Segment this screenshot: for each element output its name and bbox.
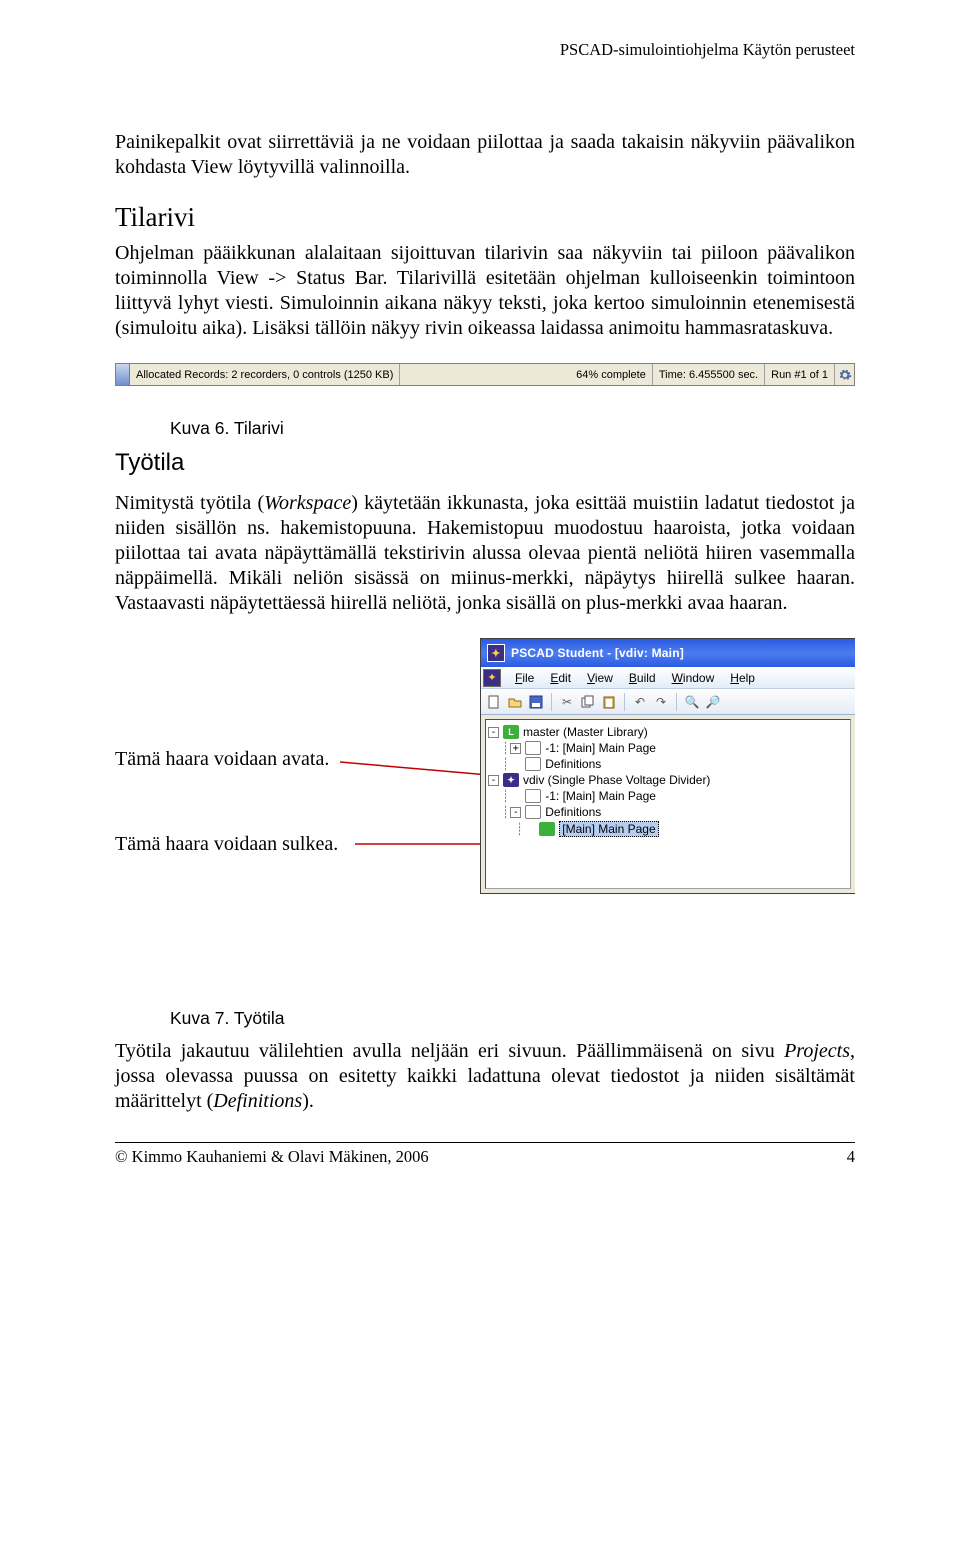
paragraph: Painikepalkit ovat siirrettäviä ja ne vo… [115, 130, 855, 180]
cut-icon[interactable]: ✂ [558, 693, 576, 711]
paragraph: Ohjelman pääikkunan alalaitaan sijoittuv… [115, 241, 855, 341]
open-icon[interactable] [506, 693, 524, 711]
project-tree[interactable]: -Lmaster (Master Library) ┊+-1: [Main] M… [485, 719, 851, 889]
status-records: Allocated Records: 2 recorders, 0 contro… [130, 364, 400, 385]
menubar: ✦ File Edit View Build Window Help [481, 667, 855, 689]
page-number: 4 [847, 1147, 855, 1167]
footer-copyright: © Kimmo Kauhaniemi & Olavi Mäkinen, 2006 [115, 1147, 429, 1167]
paste-icon[interactable] [600, 693, 618, 711]
gear-icon [834, 364, 854, 385]
menu-edit[interactable]: Edit [542, 671, 579, 685]
tree-row: ┊+-1: [Main] Main Page [488, 740, 848, 756]
figure-statusbar: Allocated Records: 2 recorders, 0 contro… [115, 363, 855, 386]
pscad-window: ✦ PSCAD Student - [vdiv: Main] ✦ File Ed… [480, 638, 855, 894]
copy-icon[interactable] [579, 693, 597, 711]
paragraph: Nimitystä työtila (Workspace) käytetään … [115, 491, 855, 616]
page-icon [525, 741, 541, 755]
paragraph: Työtila jakautuu välilehtien avulla nelj… [115, 1039, 855, 1114]
save-icon[interactable] [527, 693, 545, 711]
tree-row: ┊[Main] Main Page [488, 820, 848, 838]
tree-row: ┊-1: [Main] Main Page [488, 788, 848, 804]
collapse-icon[interactable]: - [510, 807, 521, 818]
statusbar-grip [116, 364, 130, 385]
figure-caption: Kuva 7. Työtila [170, 1008, 855, 1029]
window-title: PSCAD Student - [vdiv: Main] [511, 646, 684, 660]
tree-row: -Lmaster (Master Library) [488, 724, 848, 740]
tree-row: ┊-Definitions [488, 804, 848, 820]
figure-caption: Kuva 6. Tilarivi [170, 418, 855, 439]
callout-close-branch: Tämä haara voidaan sulkea. [115, 833, 338, 856]
figure-workspace: Tämä haara voidaan avata. Tämä haara voi… [115, 638, 855, 968]
callout-open-branch: Tämä haara voidaan avata. [115, 748, 329, 771]
redo-icon[interactable]: ↷ [652, 693, 670, 711]
menu-build[interactable]: Build [621, 671, 664, 685]
expand-icon[interactable]: + [510, 743, 521, 754]
menu-file[interactable]: File [507, 671, 542, 685]
status-time: Time: 6.455500 sec. [653, 364, 765, 385]
section-heading: Työtila [115, 449, 855, 477]
page-icon [539, 822, 555, 836]
page-footer: © Kimmo Kauhaniemi & Olavi Mäkinen, 2006… [115, 1142, 855, 1167]
app-icon: ✦ [487, 644, 505, 662]
tree-row: -✦vdiv (Single Phase Voltage Divider) [488, 772, 848, 788]
menu-help[interactable]: Help [722, 671, 763, 685]
undo-icon[interactable]: ↶ [631, 693, 649, 711]
zoom-out-icon[interactable]: 🔎 [704, 693, 722, 711]
page-icon [525, 757, 541, 771]
zoom-in-icon[interactable]: 🔍 [683, 693, 701, 711]
page-icon [525, 805, 541, 819]
window-titlebar: ✦ PSCAD Student - [vdiv: Main] [481, 639, 855, 667]
tree-row: ┊Definitions [488, 756, 848, 772]
new-icon[interactable] [485, 693, 503, 711]
menu-view[interactable]: View [579, 671, 621, 685]
running-header: PSCAD-simulointiohjelma Käytön perusteet [115, 40, 855, 60]
status-progress: 64% complete [570, 364, 653, 385]
collapse-icon[interactable]: - [488, 727, 499, 738]
menu-window[interactable]: Window [664, 671, 723, 685]
library-icon: L [503, 725, 519, 739]
status-run: Run #1 of 1 [765, 364, 834, 385]
section-heading: Tilarivi [115, 202, 855, 233]
page-icon [525, 789, 541, 803]
project-icon: ✦ [503, 773, 519, 787]
toolbar: ✂ ↶ ↷ 🔍 🔎 [481, 689, 855, 715]
collapse-icon[interactable]: - [488, 775, 499, 786]
app-icon: ✦ [483, 669, 501, 687]
